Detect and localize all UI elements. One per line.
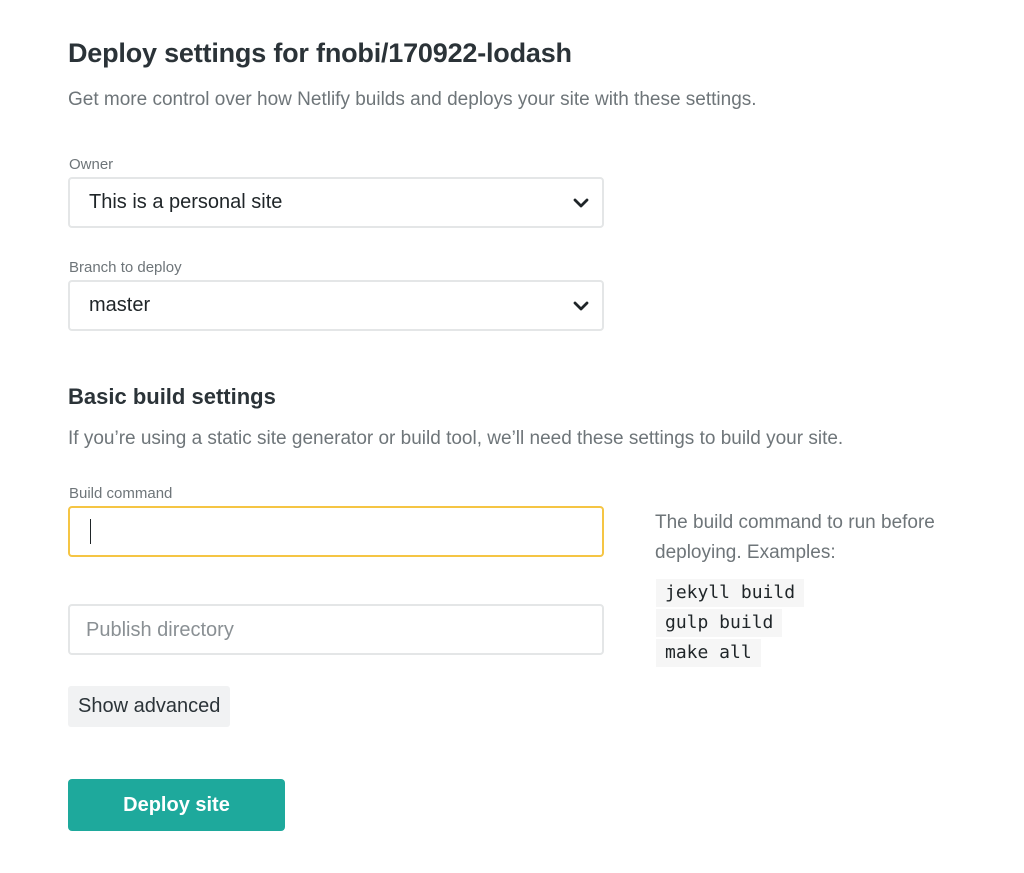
- example-command: gulp build: [656, 609, 783, 637]
- owner-select[interactable]: This is a personal site: [68, 177, 604, 228]
- chevron-down-icon: [573, 301, 589, 311]
- branch-label: Branch to deploy: [69, 259, 182, 276]
- show-advanced-button[interactable]: Show advanced: [68, 686, 231, 727]
- branch-select-value: master: [89, 294, 151, 316]
- owner-label: Owner: [69, 156, 114, 173]
- example-command: make all: [656, 639, 761, 667]
- build-command-input[interactable]: [68, 506, 604, 557]
- page-subtitle: Get more control over how Netlify builds…: [68, 89, 757, 110]
- owner-select-value: This is a personal site: [89, 191, 283, 213]
- deploy-settings-page: Deploy settings for fnobi/170922-lodash …: [0, 0, 1024, 873]
- deploy-site-button[interactable]: Deploy site: [68, 779, 285, 831]
- text-caret: [90, 519, 91, 544]
- publish-directory-placeholder: Publish directory: [86, 619, 234, 641]
- build-settings-subtitle: If you’re using a static site generator …: [68, 428, 844, 449]
- build-command-examples: jekyll build gulp build make all: [656, 579, 805, 669]
- page-title: Deploy settings for fnobi/170922-lodash: [68, 38, 572, 68]
- example-command: jekyll build: [656, 579, 805, 607]
- chevron-down-icon: [573, 198, 589, 208]
- build-command-label: Build command: [69, 485, 173, 502]
- branch-select[interactable]: master: [68, 280, 604, 331]
- build-command-help: The build command to run before deployin…: [655, 512, 935, 563]
- build-settings-title: Basic build settings: [68, 384, 276, 409]
- publish-directory-input[interactable]: Publish directory: [68, 604, 604, 655]
